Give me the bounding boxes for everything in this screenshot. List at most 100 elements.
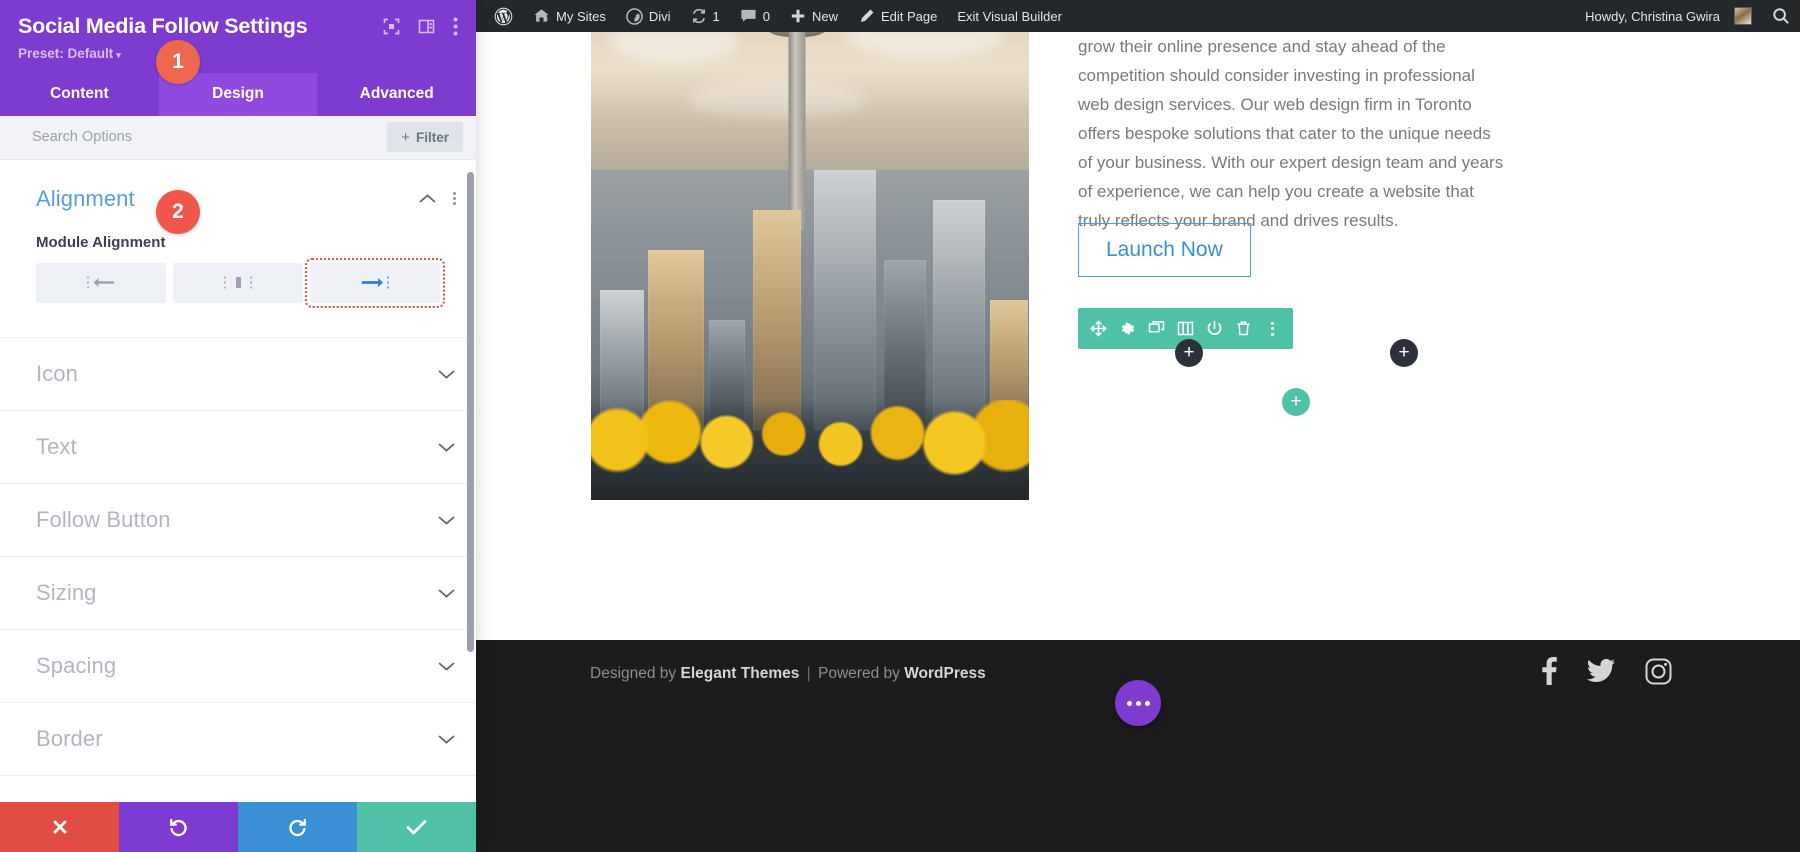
footer-credit: Designed by Elegant Themes | Powered by … bbox=[590, 665, 986, 683]
panel-title: Social Media Follow Settings bbox=[18, 14, 383, 39]
search-icon[interactable] bbox=[1762, 0, 1800, 32]
section-more-options-icon[interactable] bbox=[453, 192, 456, 205]
layout-toggle-icon[interactable] bbox=[418, 18, 435, 35]
visual-builder-screen: Social Media Follow Settings bbox=[0, 0, 1800, 852]
section-border-title: Border bbox=[36, 726, 103, 752]
autumn-trees bbox=[591, 400, 1029, 500]
panel-tabs: Content Design Advanced bbox=[0, 73, 476, 116]
section-alignment: Alignment Module Alignment bbox=[0, 160, 476, 338]
tab-advanced[interactable]: Advanced bbox=[317, 73, 476, 116]
credit-platform[interactable]: WordPress bbox=[904, 665, 986, 682]
comments-count: 0 bbox=[763, 9, 770, 24]
module-alignment-label: Module Alignment bbox=[36, 234, 440, 251]
panel-body: Alignment Module Alignment bbox=[0, 160, 476, 802]
edit-page[interactable]: Edit Page bbox=[848, 0, 947, 32]
delete-module-icon[interactable] bbox=[1229, 308, 1258, 349]
site-footer: Designed by Elegant Themes | Powered by … bbox=[476, 640, 1800, 852]
exit-visual-builder-label: Exit Visual Builder bbox=[957, 9, 1062, 24]
more-options-icon[interactable] bbox=[453, 17, 458, 36]
chevron-up-icon[interactable] bbox=[418, 193, 437, 205]
new-label: New bbox=[812, 9, 838, 24]
section-border[interactable]: Border bbox=[0, 703, 476, 776]
plus-icon: + bbox=[401, 129, 410, 146]
module-alignment-group bbox=[36, 263, 440, 303]
module-more-options-icon[interactable] bbox=[1258, 308, 1287, 349]
align-center-button[interactable] bbox=[173, 263, 303, 303]
credit-separator: | bbox=[807, 665, 811, 682]
field-module-alignment: Module Alignment bbox=[0, 234, 476, 337]
align-right-button[interactable] bbox=[310, 263, 440, 303]
panel-footer bbox=[0, 802, 476, 852]
chevron-down-icon[interactable] bbox=[437, 441, 456, 453]
preset-selector[interactable]: Preset: Default▾ bbox=[18, 46, 121, 61]
twitter-icon[interactable] bbox=[1587, 659, 1615, 683]
align-left-button[interactable] bbox=[36, 263, 166, 303]
cancel-button[interactable] bbox=[0, 802, 119, 852]
section-spacing[interactable]: Spacing bbox=[0, 630, 476, 703]
launch-now-button[interactable]: Launch Now bbox=[1078, 223, 1251, 277]
search-input[interactable] bbox=[32, 129, 387, 145]
panel-scrollbar[interactable] bbox=[467, 160, 474, 802]
divi-builder-fab[interactable] bbox=[1115, 680, 1161, 726]
building bbox=[753, 210, 801, 430]
updates-count: 1 bbox=[713, 9, 720, 24]
body-paragraph: grow their online presence and stay ahea… bbox=[1078, 32, 1508, 235]
new-content[interactable]: New bbox=[780, 0, 848, 32]
add-row-button[interactable]: + bbox=[1282, 388, 1310, 416]
section-follow-button-title: Follow Button bbox=[36, 507, 171, 533]
chevron-down-icon[interactable] bbox=[437, 368, 456, 380]
scrollbar-thumb[interactable] bbox=[467, 172, 474, 652]
section-sizing[interactable]: Sizing bbox=[0, 557, 476, 630]
chevron-down-icon[interactable] bbox=[437, 660, 456, 672]
chevron-down-icon[interactable] bbox=[437, 733, 456, 745]
footer-social-links bbox=[1542, 657, 1672, 685]
divi-label: Divi bbox=[649, 9, 671, 24]
credit-prefix: Designed by bbox=[590, 665, 676, 682]
filter-button[interactable]: + Filter bbox=[387, 122, 463, 152]
tab-content[interactable]: Content bbox=[0, 73, 159, 116]
undo-button[interactable] bbox=[119, 802, 238, 852]
add-module-button[interactable]: + bbox=[1175, 339, 1203, 367]
page-canvas: grow their online presence and stay ahea… bbox=[476, 32, 1800, 640]
redo-button[interactable] bbox=[238, 802, 357, 852]
exit-visual-builder[interactable]: Exit Visual Builder bbox=[947, 0, 1072, 32]
section-sizing-title: Sizing bbox=[36, 580, 97, 606]
section-follow-button[interactable]: Follow Button bbox=[0, 484, 476, 557]
updates[interactable]: 1 bbox=[681, 0, 730, 32]
facebook-icon[interactable] bbox=[1542, 657, 1557, 685]
module-settings-gear-icon[interactable] bbox=[1113, 308, 1142, 349]
section-icon[interactable]: Icon bbox=[0, 338, 476, 411]
my-sites-label: My Sites bbox=[556, 9, 606, 24]
wordpress-logo-icon[interactable] bbox=[484, 0, 523, 32]
edit-page-label: Edit Page bbox=[881, 9, 937, 24]
section-icon-title: Icon bbox=[36, 361, 78, 387]
divi-menu[interactable]: Divi bbox=[616, 0, 681, 32]
section-text[interactable]: Text bbox=[0, 411, 476, 484]
save-button[interactable] bbox=[357, 802, 476, 852]
section-text-title: Text bbox=[36, 434, 77, 460]
focus-icon[interactable] bbox=[383, 18, 400, 35]
site-preview: My Sites Divi 1 bbox=[476, 0, 1800, 852]
building bbox=[933, 200, 985, 430]
wp-admin-bar: My Sites Divi 1 bbox=[476, 0, 1800, 32]
credit-suffix: Powered by bbox=[818, 665, 900, 682]
instagram-icon[interactable] bbox=[1645, 658, 1672, 685]
comments[interactable]: 0 bbox=[730, 0, 780, 32]
cn-tower bbox=[788, 32, 805, 230]
chevron-down-icon[interactable] bbox=[437, 587, 456, 599]
duplicate-module-icon[interactable] bbox=[1142, 308, 1171, 349]
cloud bbox=[687, 80, 867, 118]
search-bar: + Filter bbox=[0, 116, 476, 160]
greeting-label: Howdy, Christina Gwira bbox=[1585, 9, 1720, 24]
section-spacing-title: Spacing bbox=[36, 653, 116, 679]
my-sites[interactable]: My Sites bbox=[523, 0, 616, 32]
section-alignment-header[interactable]: Alignment bbox=[0, 160, 476, 234]
annotation-badge-1: 1 bbox=[156, 40, 200, 84]
account-menu[interactable]: Howdy, Christina Gwira bbox=[1575, 0, 1762, 32]
add-module-button-right[interactable]: + bbox=[1390, 339, 1418, 367]
move-module-icon[interactable] bbox=[1084, 308, 1113, 349]
credit-brand[interactable]: Elegant Themes bbox=[680, 665, 799, 682]
disable-module-icon[interactable] bbox=[1200, 308, 1229, 349]
chevron-down-icon: ▾ bbox=[116, 50, 121, 60]
chevron-down-icon[interactable] bbox=[437, 514, 456, 526]
